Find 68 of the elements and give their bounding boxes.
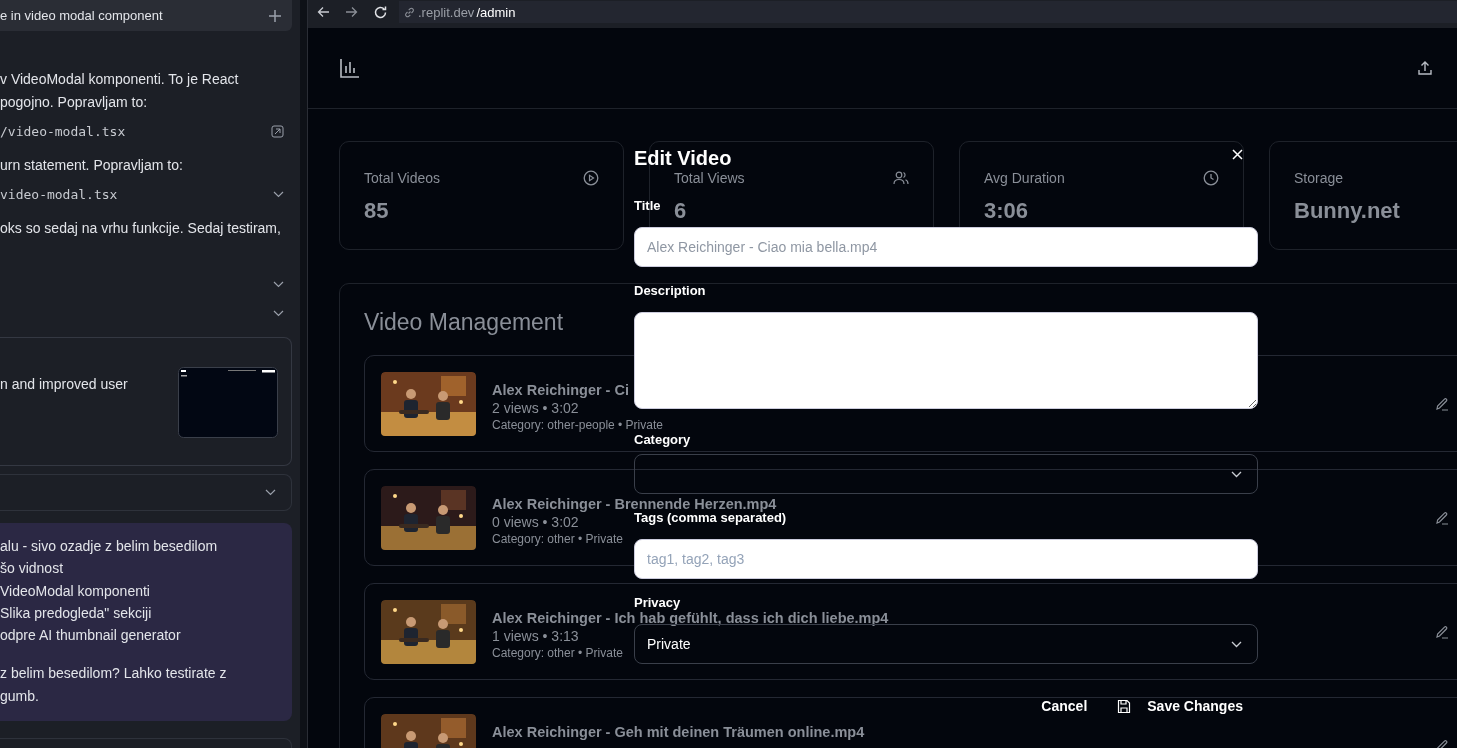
video-category: Category: other • Private [492,533,623,546]
video-category: Category: other-people • Private [492,419,663,432]
video-title: Alex Reichinger - Ich hab gefühlt, dass ich dich liebe.mp4 [492,610,889,626]
stat-value: 85 [364,198,390,224]
chevron-down-icon[interactable] [273,191,284,198]
forward-arrow-icon[interactable] [345,6,358,18]
message-text: šo vidnost [0,559,65,579]
field-label: Title [634,199,661,213]
stat-label: Storage [1294,170,1344,186]
video-title: Alex Reichinger - Geh mit deinen Träumen online.mp4 [492,724,865,740]
chat-text: oks so sedaj na vrhu funkcije. Sedaj testiram, [0,219,282,238]
select-field[interactable]: Private [634,624,1258,664]
message-text: gumb. [0,686,40,706]
stat-label: Avg Duration [984,170,1065,186]
message-text: Slika predogleda" sekciji [0,603,153,623]
chat-text: v VideoModal komponenti. To je React [0,70,240,89]
plus-icon[interactable] [268,8,282,23]
play-circle-icon [583,170,599,186]
video-title: Alex Reichinger - Brennende Herzen.mp4 [492,496,777,512]
stat-value: 6 [674,198,688,224]
save-button[interactable]: Save Changes [1117,696,1243,716]
pencil-icon[interactable] [1435,511,1449,525]
video-meta: 1 views • 3:13 [492,629,579,644]
chevron-down-icon [1231,470,1242,478]
clock-icon [1203,170,1219,186]
message-text: odpre AI thumbnail generator [0,626,182,646]
message-text: alu - sivo ozadje z belim besedilom [0,537,219,556]
chat-tab[interactable]: e in video modal component [0,0,292,31]
select-field[interactable] [634,454,1258,494]
panel-title: Video Management [364,308,565,336]
cancel-button[interactable]: Cancel [1041,696,1088,716]
video-category: Category: other • Private [492,647,623,660]
stat-label: Total Views [674,170,745,186]
chat-text: urn statement. Popravljam to: [0,156,184,175]
stat-value: 3:06 [984,198,1030,224]
reload-icon[interactable] [373,4,388,20]
chat-text: pogojno. Popravljam to: [0,93,149,112]
field-label: Category [634,433,691,447]
address-bar[interactable]: .replit.dev/admin [399,1,1457,23]
video-title: Alex Reichinger - Ci [492,382,629,398]
users-icon [893,170,909,186]
chevron-down-icon[interactable] [273,310,284,317]
message-text: VideoModal komponenti [0,581,151,601]
chevron-down-icon[interactable] [273,281,284,288]
stat-label: Total Videos [364,170,440,186]
back-arrow-icon[interactable] [317,6,330,18]
file-path[interactable]: /video-modal.tsx [0,124,126,139]
chevron-down-icon [1231,640,1242,648]
stat-value: Bunny.net [1294,198,1401,224]
upload-icon[interactable] [1417,60,1433,76]
message-text: z belim besedilom? Lahko testirate z [0,664,228,684]
open-external-icon[interactable] [271,125,284,138]
field-label: Tags (comma separated) [634,511,787,525]
input-field[interactable]: tag1, tag2, tag3 [634,539,1258,579]
dialog-title: Edit Video [634,148,732,169]
link-icon [403,5,416,19]
field-label: Privacy [634,596,681,610]
video-meta: 2 views • 3:02 [492,401,579,416]
pencil-icon[interactable] [1435,625,1449,639]
video-meta: 0 views • 3:02 [492,515,579,530]
textarea-field[interactable] [634,312,1258,409]
chevron-down-icon[interactable] [265,489,276,496]
file-path[interactable]: video-modal.tsx [0,187,118,202]
chat-text: n and improved user [0,375,128,394]
bar-chart-icon[interactable] [339,57,361,79]
pencil-icon[interactable] [1435,397,1449,411]
field-label: Description [634,284,706,298]
close-icon[interactable] [1232,149,1243,160]
